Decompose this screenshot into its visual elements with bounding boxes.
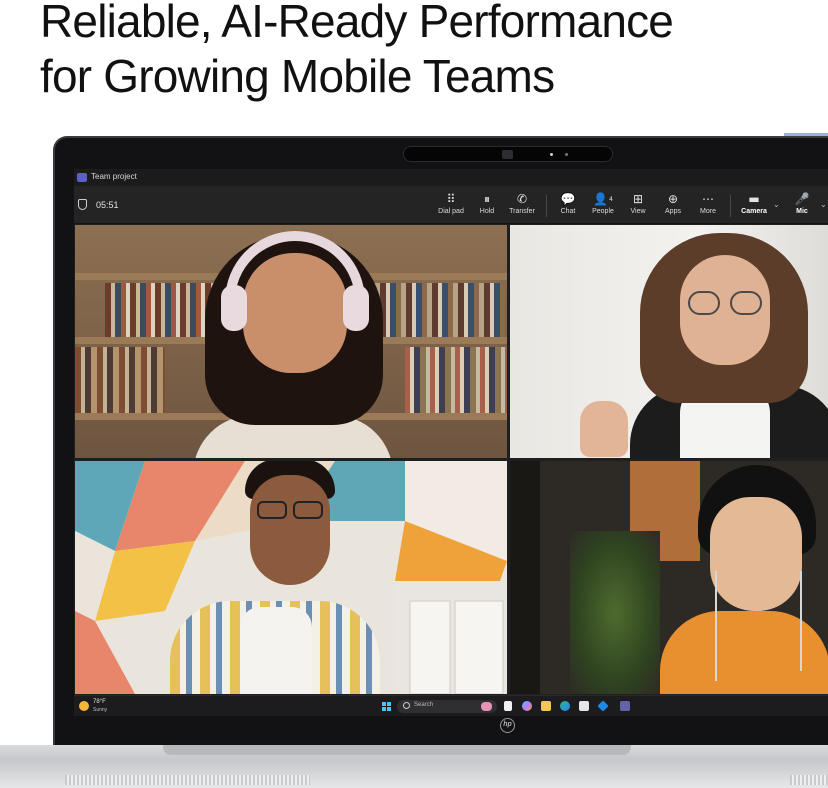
hp-logo-icon: hp bbox=[500, 718, 515, 733]
glasses-icon bbox=[293, 501, 323, 519]
headline-line-2: for Growing Mobile Teams bbox=[40, 50, 555, 102]
earphones-icon bbox=[715, 571, 717, 681]
dial-pad-button[interactable]: ⠿ Dial pad bbox=[437, 192, 465, 220]
books bbox=[75, 347, 165, 413]
video-tile-participant-3[interactable] bbox=[75, 461, 507, 694]
people-icon: 👤4 bbox=[589, 192, 617, 207]
sun-icon[interactable] bbox=[79, 701, 89, 711]
video-tile-participant-4[interactable] bbox=[510, 461, 828, 694]
headphone-cup bbox=[343, 285, 369, 331]
people-label: People bbox=[592, 208, 614, 215]
store-icon[interactable] bbox=[579, 701, 589, 711]
file-explorer-icon[interactable] bbox=[541, 701, 551, 711]
people-count: 4 bbox=[609, 196, 613, 203]
headline-line-1: Reliable, AI-Ready Performance bbox=[40, 0, 674, 47]
call-toolbar: 05:51 ⠿ Dial pad ⏸ Hold ✆ Transfer 💬 Cha… bbox=[74, 186, 828, 224]
sensor-dot bbox=[565, 153, 568, 156]
books bbox=[375, 283, 505, 337]
glasses-icon bbox=[688, 291, 720, 315]
camera-button[interactable]: ▬ Camera bbox=[740, 192, 768, 220]
toolbar-divider bbox=[730, 195, 731, 217]
people-glyph: 👤 bbox=[593, 192, 609, 206]
speaker-grille bbox=[790, 775, 828, 785]
curtain bbox=[510, 461, 540, 694]
weather-condition[interactable]: Sunny bbox=[93, 707, 107, 713]
glasses-icon bbox=[257, 501, 287, 519]
copilot-icon[interactable] bbox=[522, 701, 532, 711]
teams-icon bbox=[77, 173, 87, 182]
more-label: More bbox=[700, 208, 716, 215]
participant-4-face bbox=[710, 497, 802, 611]
chat-icon: 💬 bbox=[560, 192, 576, 206]
window-titlebar: Team project bbox=[74, 169, 828, 186]
video-tile-participant-1[interactable] bbox=[75, 225, 507, 458]
camera-icon: ▬ bbox=[748, 192, 760, 206]
dial-pad-label: Dial pad bbox=[438, 208, 464, 215]
laptop-hinge bbox=[163, 745, 631, 755]
search-icon bbox=[403, 702, 410, 709]
speaker-grille bbox=[65, 775, 310, 785]
taskbar-search-box[interactable]: Search bbox=[397, 700, 497, 713]
hold-button[interactable]: ⏸ Hold bbox=[475, 192, 499, 220]
webcam-bar bbox=[403, 146, 613, 162]
toolbar-divider bbox=[546, 195, 547, 217]
mic-icon: 🎤 bbox=[794, 192, 810, 206]
participant-2-hand bbox=[580, 401, 628, 457]
headphone-cup bbox=[221, 285, 247, 331]
camera-options-chevron-down-icon[interactable]: ⌄ bbox=[773, 200, 780, 209]
pause-icon: ⏸ bbox=[483, 192, 490, 206]
mic-button[interactable]: 🎤 Mic bbox=[790, 192, 814, 220]
apps-add-icon: ⊕ bbox=[667, 192, 679, 206]
apps-label: Apps bbox=[665, 208, 681, 215]
more-icon: ⋯ bbox=[702, 192, 714, 206]
laptop-screen: Team project 05:51 ⠿ Dial pad ⏸ Hold ✆ T… bbox=[74, 169, 828, 716]
edge-browser-icon[interactable] bbox=[560, 701, 570, 711]
shield-icon bbox=[78, 199, 87, 210]
books bbox=[405, 347, 507, 413]
hold-label: Hold bbox=[479, 208, 495, 215]
dialpad-icon: ⠿ bbox=[446, 192, 456, 206]
video-tile-participant-2[interactable] bbox=[510, 225, 828, 458]
call-timer: 05:51 bbox=[96, 200, 119, 210]
webcam-icon bbox=[502, 150, 513, 159]
mic-options-chevron-down-icon[interactable]: ⌄ bbox=[820, 200, 827, 209]
view-label: View bbox=[630, 208, 646, 215]
headline: Reliable, AI-Ready Performance for Growi… bbox=[40, 0, 820, 104]
transfer-button[interactable]: ✆ Transfer bbox=[507, 192, 537, 220]
participant-3-tshirt bbox=[240, 607, 312, 694]
view-grid-icon: ⊞ bbox=[632, 192, 644, 206]
app-icon[interactable] bbox=[597, 700, 609, 712]
teams-taskbar-icon[interactable] bbox=[620, 701, 630, 711]
search-highlight-icon bbox=[481, 702, 492, 711]
more-button[interactable]: ⋯ More bbox=[696, 192, 720, 220]
phone-transfer-icon: ✆ bbox=[516, 192, 528, 206]
plant bbox=[570, 531, 660, 694]
camera-light bbox=[550, 153, 553, 156]
transfer-label: Transfer bbox=[509, 208, 535, 215]
windows-start-icon[interactable] bbox=[382, 702, 392, 712]
people-button[interactable]: 👤4 People bbox=[589, 192, 617, 220]
search-placeholder: Search bbox=[414, 702, 434, 708]
camera-label: Camera bbox=[741, 208, 767, 215]
participant-3-face bbox=[250, 475, 330, 585]
screen-bottom-bezel bbox=[74, 716, 828, 746]
weather-temperature[interactable]: 78°F bbox=[93, 699, 106, 705]
participant-4-shirt bbox=[660, 611, 828, 694]
chat-button[interactable]: 💬 Chat bbox=[556, 192, 580, 220]
task-view-icon[interactable] bbox=[504, 701, 512, 711]
mic-label: Mic bbox=[796, 208, 808, 215]
earphone-cable bbox=[800, 571, 802, 671]
view-button[interactable]: ⊞ View bbox=[626, 192, 650, 220]
window-title: Team project bbox=[91, 172, 137, 181]
glasses-icon bbox=[730, 291, 762, 315]
apps-button[interactable]: ⊕ Apps bbox=[661, 192, 685, 220]
windows-taskbar: 78°F Sunny Search bbox=[74, 695, 828, 716]
chat-label: Chat bbox=[560, 208, 576, 215]
